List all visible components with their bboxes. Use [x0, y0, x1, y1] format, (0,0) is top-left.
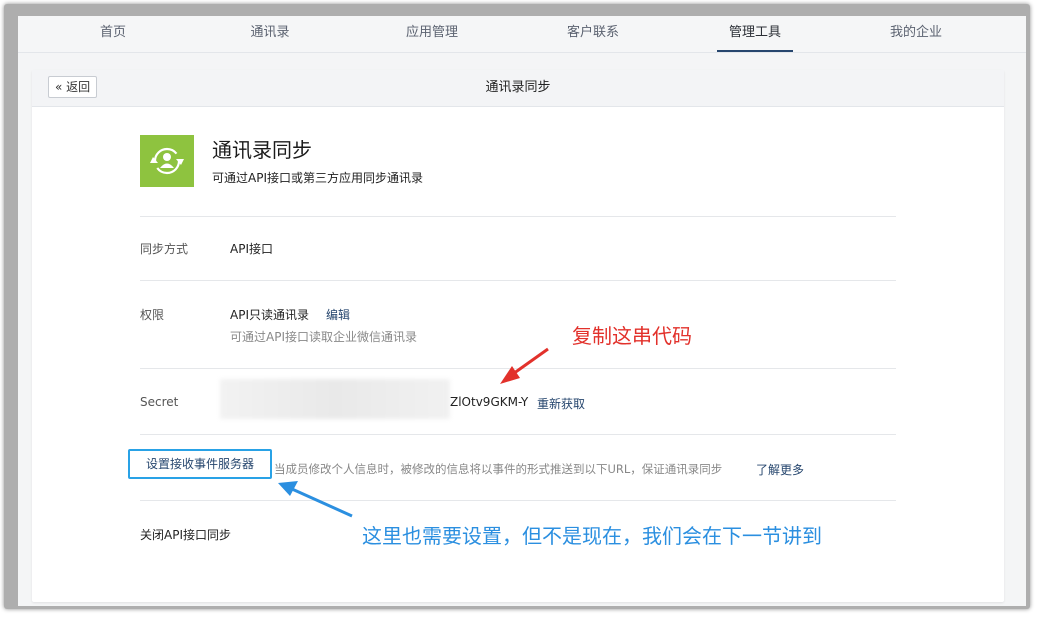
- blue-arrow-line: [291, 487, 353, 518]
- annotation-arrows: [278, 347, 549, 518]
- red-arrow-head: [500, 366, 520, 384]
- blue-arrow-head: [278, 481, 298, 496]
